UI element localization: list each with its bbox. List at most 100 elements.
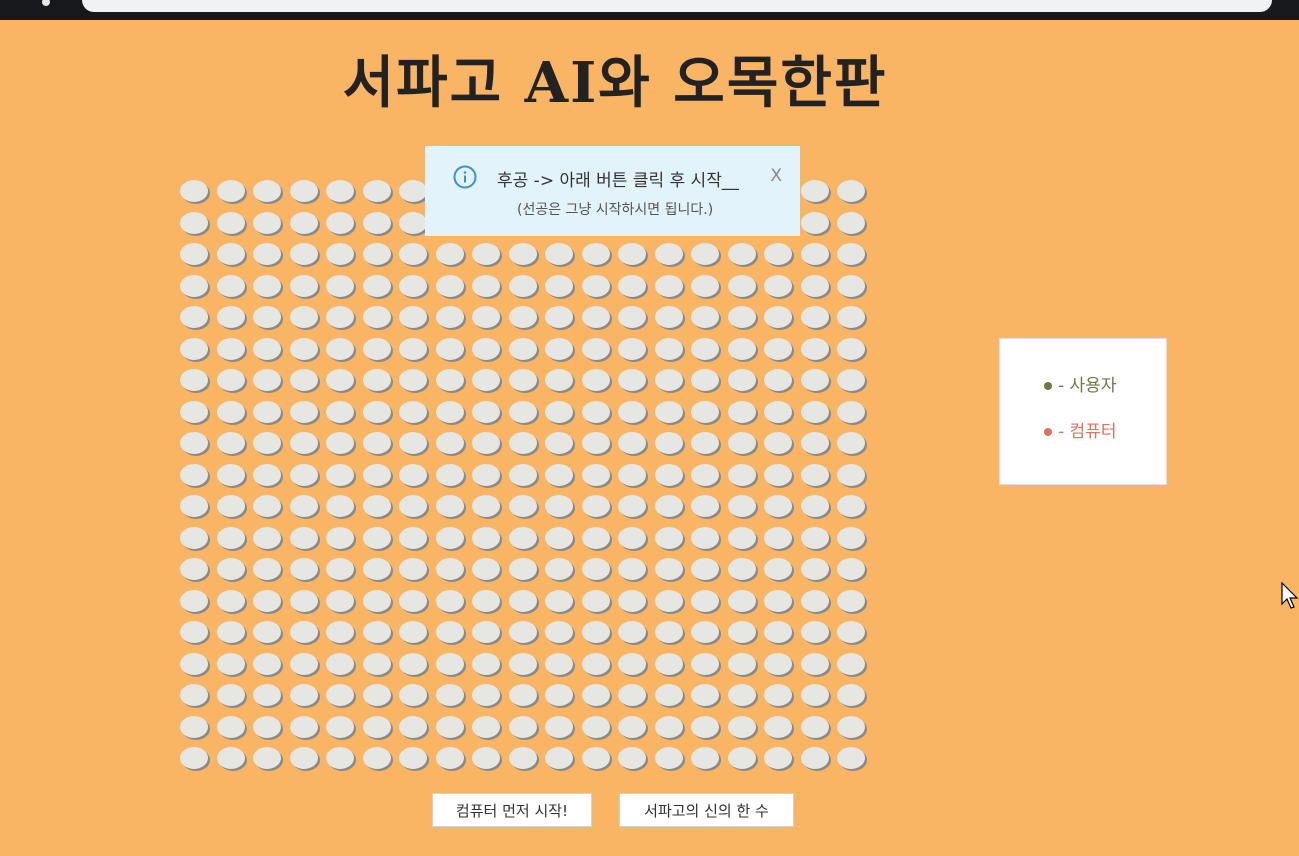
board-cell[interactable] [545, 652, 573, 675]
board-cell[interactable] [837, 274, 865, 297]
board-cell[interactable] [253, 211, 281, 234]
board-cell[interactable] [216, 274, 245, 297]
board-cell[interactable] [180, 180, 208, 202]
board-cell[interactable] [435, 747, 464, 769]
board-cell[interactable] [837, 400, 865, 423]
board-cell[interactable] [545, 274, 573, 297]
board-cell[interactable] [545, 589, 573, 612]
board-cell[interactable] [362, 180, 391, 202]
board-cell[interactable] [289, 369, 318, 391]
board-cell[interactable] [581, 495, 610, 517]
board-cell[interactable] [837, 526, 865, 549]
board-cell[interactable] [289, 526, 318, 549]
board-cell[interactable] [800, 274, 829, 297]
board-cell[interactable] [362, 274, 391, 297]
board-cell[interactable] [253, 274, 281, 297]
board-cell[interactable] [180, 337, 208, 360]
board-cell[interactable] [727, 747, 756, 769]
board-cell[interactable] [326, 558, 354, 580]
board-cell[interactable] [545, 621, 573, 643]
board-cell[interactable] [253, 180, 281, 202]
board-cell[interactable] [618, 684, 646, 706]
board-cell[interactable] [654, 274, 683, 297]
board-cell[interactable] [800, 652, 829, 675]
board-cell[interactable] [289, 589, 318, 612]
board-cell[interactable] [180, 747, 208, 769]
board-cell[interactable] [618, 621, 646, 643]
board-cell[interactable] [618, 558, 646, 580]
board-cell[interactable] [289, 652, 318, 675]
board-cell[interactable] [399, 306, 427, 328]
board-cell[interactable] [545, 243, 573, 265]
board-cell[interactable] [691, 526, 719, 549]
board-cell[interactable] [581, 621, 610, 643]
board-cell[interactable] [253, 400, 281, 423]
board-cell[interactable] [326, 652, 354, 675]
board-cell[interactable] [216, 306, 245, 328]
board-cell[interactable] [180, 243, 208, 265]
board-cell[interactable] [253, 337, 281, 360]
board-cell[interactable] [727, 432, 756, 454]
board-cell[interactable] [508, 747, 537, 769]
board-cell[interactable] [399, 715, 427, 738]
board-cell[interactable] [362, 747, 391, 769]
board-cell[interactable] [654, 400, 683, 423]
board-cell[interactable] [435, 495, 464, 517]
board-cell[interactable] [435, 589, 464, 612]
board-cell[interactable] [545, 495, 573, 517]
board-cell[interactable] [545, 306, 573, 328]
board-cell[interactable] [362, 589, 391, 612]
board-cell[interactable] [435, 400, 464, 423]
board-cell[interactable] [253, 306, 281, 328]
board-cell[interactable] [180, 463, 208, 486]
board-cell[interactable] [800, 243, 829, 265]
board-cell[interactable] [837, 652, 865, 675]
board-cell[interactable] [472, 306, 500, 328]
board-cell[interactable] [326, 306, 354, 328]
board-cell[interactable] [545, 747, 573, 769]
board-cell[interactable] [764, 747, 792, 769]
board-cell[interactable] [508, 306, 537, 328]
board-cell[interactable] [581, 306, 610, 328]
board-cell[interactable] [727, 684, 756, 706]
board-cell[interactable] [289, 306, 318, 328]
board-cell[interactable] [691, 495, 719, 517]
board-cell[interactable] [180, 495, 208, 517]
board-cell[interactable] [618, 715, 646, 738]
board-cell[interactable] [508, 589, 537, 612]
board-cell[interactable] [800, 400, 829, 423]
board-cell[interactable] [837, 684, 865, 706]
board-cell[interactable] [399, 652, 427, 675]
address-bar[interactable] [82, 0, 1272, 12]
board-cell[interactable] [654, 715, 683, 738]
omok-board[interactable] [178, 178, 868, 774]
board-cell[interactable] [216, 432, 245, 454]
board-cell[interactable] [472, 526, 500, 549]
board-cell[interactable] [289, 243, 318, 265]
board-cell[interactable] [472, 747, 500, 769]
board-cell[interactable] [180, 652, 208, 675]
board-cell[interactable] [435, 715, 464, 738]
board-cell[interactable] [289, 432, 318, 454]
board-cell[interactable] [764, 432, 792, 454]
board-cell[interactable] [581, 243, 610, 265]
board-cell[interactable] [691, 306, 719, 328]
board-cell[interactable] [618, 400, 646, 423]
board-cell[interactable] [472, 463, 500, 486]
board-cell[interactable] [472, 432, 500, 454]
board-cell[interactable] [800, 306, 829, 328]
board-cell[interactable] [180, 432, 208, 454]
board-cell[interactable] [216, 589, 245, 612]
board-cell[interactable] [508, 369, 537, 391]
board-cell[interactable] [216, 684, 245, 706]
board-cell[interactable] [800, 715, 829, 738]
board-cell[interactable] [326, 684, 354, 706]
board-cell[interactable] [691, 369, 719, 391]
board-cell[interactable] [581, 652, 610, 675]
board-cell[interactable] [545, 337, 573, 360]
board-cell[interactable] [216, 526, 245, 549]
board-cell[interactable] [837, 337, 865, 360]
board-cell[interactable] [253, 369, 281, 391]
board-cell[interactable] [618, 369, 646, 391]
computer-first-button[interactable]: 컴퓨터 먼저 시작! [432, 793, 592, 827]
